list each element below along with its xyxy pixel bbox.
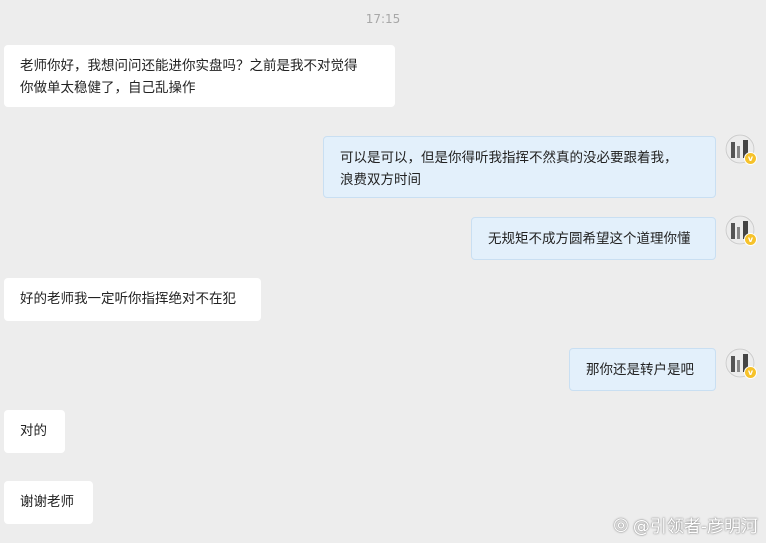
message-line: 可以是可以，但是你得听我指挥不然真的没必要跟着我， (340, 150, 678, 166)
verified-badge-icon: v (744, 233, 757, 246)
watermark-text: @引领者-彦明河 (632, 517, 758, 537)
verified-badge-icon: v (744, 366, 757, 379)
watermark: ◎ @引领者-彦明河 (613, 512, 758, 537)
message-bubble-received[interactable]: 老师你好，我想问问还能进你实盘吗？之前是我不对觉得 你做单太稳健了，自己乱操作 (4, 45, 395, 107)
message-line: 对的 (20, 423, 47, 439)
avatar[interactable]: v (725, 134, 757, 165)
message-line: 谢谢老师 (20, 494, 74, 510)
message-line: 那你还是转户是吧 (586, 362, 694, 378)
verified-badge-icon: v (744, 152, 757, 165)
avatar[interactable]: v (725, 348, 757, 379)
timestamp: 17:15 (365, 12, 401, 26)
message-bubble-received[interactable]: 好的老师我一定听你指挥绝对不在犯 (4, 278, 261, 321)
weibo-logo-icon: ◎ (613, 514, 629, 535)
message-line: 好的老师我一定听你指挥绝对不在犯 (20, 291, 236, 307)
message-bubble-sent[interactable]: 那你还是转户是吧 (569, 348, 716, 391)
message-bubble-received[interactable]: 对的 (4, 410, 65, 453)
message-bubble-sent[interactable]: 可以是可以，但是你得听我指挥不然真的没必要跟着我， 浪费双方时间 (323, 136, 716, 198)
message-line: 无规矩不成方圆希望这个道理你懂 (488, 231, 691, 247)
message-bubble-sent[interactable]: 无规矩不成方圆希望这个道理你懂 (471, 217, 716, 260)
message-line: 你做单太稳健了，自己乱操作 (20, 80, 196, 96)
message-line: 老师你好，我想问问还能进你实盘吗？之前是我不对觉得 (20, 58, 358, 74)
message-line: 浪费双方时间 (340, 172, 421, 188)
avatar[interactable]: v (725, 215, 757, 246)
message-bubble-received[interactable]: 谢谢老师 (4, 481, 93, 524)
